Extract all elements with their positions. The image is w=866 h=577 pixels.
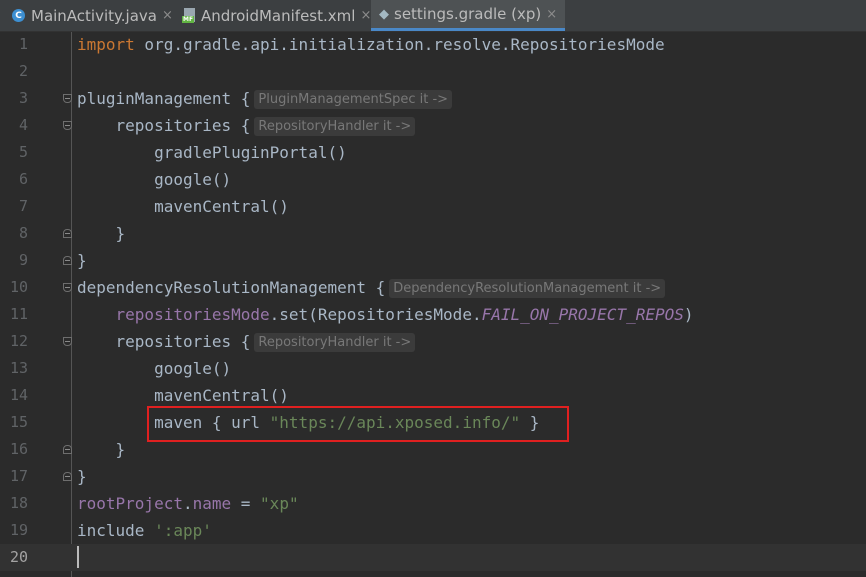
- line-number: 17: [0, 463, 28, 490]
- fold-marker-icon[interactable]: [63, 256, 72, 265]
- line-number: 20: [0, 544, 28, 571]
- line-number: 14: [0, 382, 28, 409]
- tab-label: AndroidManifest.xml: [201, 7, 355, 25]
- manifest-file-icon: MF: [182, 8, 196, 23]
- close-icon[interactable]: ×: [546, 7, 557, 22]
- line-number: 6: [0, 166, 28, 193]
- code-text: }: [77, 220, 125, 247]
- code-line: 3 pluginManagement {PluginManagementSpec…: [0, 85, 866, 112]
- code-line: 17 }: [0, 463, 866, 490]
- code-text: google(): [77, 355, 231, 382]
- code-line: 6 google(): [0, 166, 866, 193]
- tab-android-manifest[interactable]: MF AndroidManifest.xml ×: [182, 0, 371, 31]
- line-number: 5: [0, 139, 28, 166]
- code-text: pluginManagement {PluginManagementSpec i…: [77, 85, 452, 112]
- code-text: import org.gradle.api.initialization.res…: [77, 31, 665, 58]
- code-text: }: [77, 247, 87, 274]
- code-text: rootProject.name = "xp": [77, 490, 299, 517]
- code-line: 2: [0, 58, 866, 85]
- code-line: 1 import org.gradle.api.initialization.r…: [0, 31, 866, 58]
- line-number: 15: [0, 409, 28, 436]
- code-text: repositories {RepositoryHandler it ->: [77, 112, 415, 139]
- code-line-current: 20: [0, 544, 866, 571]
- code-text: repositoriesMode.set(RepositoriesMode.FA…: [77, 301, 694, 328]
- line-number: 11: [0, 301, 28, 328]
- fold-marker-icon[interactable]: [63, 472, 72, 481]
- fold-marker-icon[interactable]: [63, 445, 72, 454]
- line-number: 18: [0, 490, 28, 517]
- code-text: gradlePluginPortal(): [77, 139, 347, 166]
- line-number: 13: [0, 355, 28, 382]
- java-class-icon: C: [12, 9, 25, 22]
- line-number: 1: [0, 31, 28, 58]
- code-text: repositories {RepositoryHandler it ->: [77, 328, 415, 355]
- fold-marker-icon[interactable]: [63, 94, 72, 103]
- code-text: mavenCentral(): [77, 193, 289, 220]
- code-line: 5 gradlePluginPortal(): [0, 139, 866, 166]
- code-line: 12 repositories {RepositoryHandler it ->: [0, 328, 866, 355]
- text-caret: [77, 546, 79, 568]
- code-text: dependencyResolutionManagement {Dependen…: [77, 274, 665, 301]
- inlay-hint: RepositoryHandler it ->: [254, 117, 415, 136]
- highlight-annotation-box: [147, 406, 569, 442]
- code-line: 8 }: [0, 220, 866, 247]
- line-number: 19: [0, 517, 28, 544]
- fold-marker-icon[interactable]: [63, 121, 72, 130]
- code-text: }: [77, 436, 125, 463]
- tab-settings-gradle[interactable]: ◆ settings.gradle (xp) ×: [371, 0, 565, 31]
- inlay-hint: RepositoryHandler it ->: [254, 333, 415, 352]
- close-icon[interactable]: ×: [162, 8, 173, 23]
- line-number: 8: [0, 220, 28, 247]
- code-text: include ':app': [77, 517, 212, 544]
- code-line: 9 }: [0, 247, 866, 274]
- line-number: 3: [0, 85, 28, 112]
- code-line: 18 rootProject.name = "xp": [0, 490, 866, 517]
- line-number: 7: [0, 193, 28, 220]
- code-line: 14 mavenCentral(): [0, 382, 866, 409]
- tab-label: MainActivity.java: [31, 7, 157, 25]
- fold-marker-icon[interactable]: [63, 337, 72, 346]
- code-text: }: [77, 463, 87, 490]
- line-number: 9: [0, 247, 28, 274]
- gradle-elephant-icon: ◆: [379, 7, 389, 22]
- line-number: 2: [0, 58, 28, 85]
- code-line: 19 include ':app': [0, 517, 866, 544]
- fold-marker-icon[interactable]: [63, 283, 72, 292]
- fold-marker-icon[interactable]: [63, 229, 72, 238]
- tab-main-activity[interactable]: C MainActivity.java ×: [12, 0, 173, 31]
- inlay-hint: PluginManagementSpec it ->: [254, 90, 452, 109]
- close-icon[interactable]: ×: [360, 8, 371, 23]
- editor-tab-bar: C MainActivity.java × MF AndroidManifest…: [0, 0, 866, 32]
- inlay-hint: DependencyResolutionManagement it ->: [389, 279, 665, 298]
- code-text: google(): [77, 166, 231, 193]
- line-number: 10: [0, 274, 28, 301]
- code-line: 13 google(): [0, 355, 866, 382]
- code-line: 10 dependencyResolutionManagement {Depen…: [0, 274, 866, 301]
- code-line: 4 repositories {RepositoryHandler it ->: [0, 112, 866, 139]
- code-text: mavenCentral(): [77, 382, 289, 409]
- code-line: 7 mavenCentral(): [0, 193, 866, 220]
- tab-label: settings.gradle (xp): [394, 5, 541, 23]
- line-number: 16: [0, 436, 28, 463]
- line-number: 4: [0, 112, 28, 139]
- code-line: 11 repositoriesMode.set(RepositoriesMode…: [0, 301, 866, 328]
- line-number: 12: [0, 328, 28, 355]
